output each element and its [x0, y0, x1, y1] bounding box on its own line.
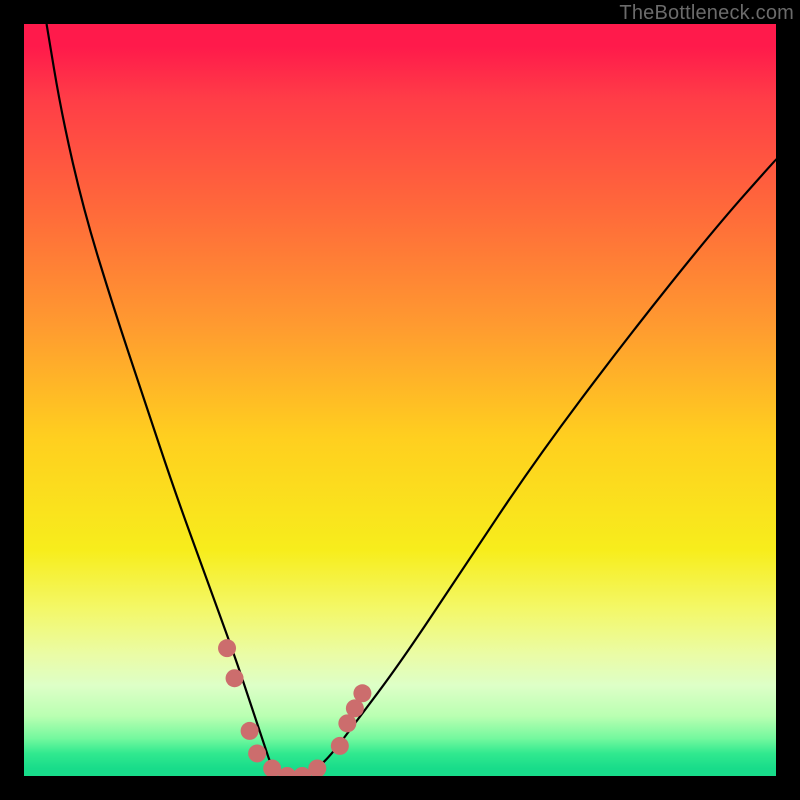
bottleneck-curve: [47, 24, 776, 776]
highlight-dot: [218, 639, 236, 657]
highlight-dot: [226, 669, 244, 687]
chart-frame: TheBottleneck.com: [0, 0, 800, 800]
plot-area: [24, 24, 776, 776]
watermark-text: TheBottleneck.com: [619, 2, 794, 25]
highlight-dot: [331, 737, 349, 755]
curve-layer: [24, 24, 776, 776]
highlight-dot: [248, 744, 266, 762]
highlight-markers: [218, 639, 371, 776]
highlight-dot: [353, 684, 371, 702]
highlight-dot: [263, 759, 281, 776]
highlight-dot: [241, 722, 259, 740]
